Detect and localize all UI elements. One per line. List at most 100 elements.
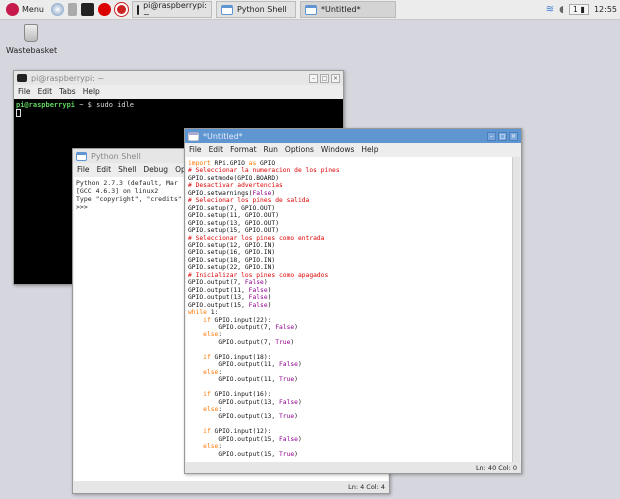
wifi-icon[interactable]: ≋ <box>546 4 554 15</box>
code-token: GPIO.output(13, <box>188 413 279 421</box>
code-token: GPIO <box>256 160 276 167</box>
wastebasket[interactable]: Wastebasket <box>6 24 57 55</box>
editor-window: *Untitled* – □ × File Edit Format Run Options W… <box>184 128 522 474</box>
title-bar[interactable]: pi@raspberrypi: ~ – □ × <box>14 71 343 85</box>
code-token: : <box>218 443 223 451</box>
window-icon <box>76 151 87 161</box>
vertical-scrollbar[interactable] <box>512 157 520 462</box>
code-token: GPIO.setup(7, GPIO.OUT) <box>188 204 276 212</box>
code-line: # Seleccionar los pines como entrada <box>188 235 510 242</box>
code-token: ) <box>294 450 298 458</box>
code-token: GPIO.setup(11, GPIO.OUT) <box>188 212 279 220</box>
menu-bar: File Edit Tabs Help <box>14 85 343 98</box>
code-token: GPIO.setwarnings( <box>188 189 253 197</box>
code-line: GPIO.output(7, False) <box>188 324 510 331</box>
code-token: ) <box>297 361 302 369</box>
minimize-button[interactable]: – <box>487 131 496 141</box>
code-line: GPIO.output(11, False) <box>188 287 510 294</box>
code-token: GPIO.setup(12, GPIO.IN) <box>188 241 276 249</box>
code-line: GPIO.setup(13, GPIO.OUT) <box>188 220 510 227</box>
cpu-icon: ▮ <box>580 5 585 14</box>
code-line: if GPIO.input(12): <box>188 428 510 435</box>
cpu-monitor: 1 ▮ <box>568 4 589 15</box>
menu-edit[interactable]: Edit <box>209 145 224 154</box>
code-line: GPIO.setup(16, GPIO.IN) <box>188 249 510 256</box>
status-bar: Ln: 40 Col: 0 <box>185 462 521 473</box>
terminal-icon <box>17 74 27 82</box>
code-token: GPIO.output(11, <box>188 376 279 384</box>
code-line: GPIO.setup(11, GPIO.OUT) <box>188 212 510 219</box>
volume-icon[interactable]: ◖ <box>559 5 564 15</box>
task-python-shell[interactable]: Python Shell <box>215 1 296 18</box>
menu-run[interactable]: Run <box>264 145 278 154</box>
code-token: ) <box>290 338 295 346</box>
menu-file[interactable]: File <box>77 165 90 174</box>
terminal-icon[interactable] <box>80 3 94 16</box>
code-editor[interactable]: import RPi.GPIO as GPIO # Seleccionar la … <box>186 157 512 462</box>
code-token: ) <box>267 301 272 309</box>
code-token: ) <box>297 435 302 443</box>
code-line: # Inicializar los pines como apagados <box>188 272 510 279</box>
menu-button[interactable]: Menu <box>3 1 47 18</box>
code-line: import RPi.GPIO as GPIO <box>188 160 510 167</box>
mathematica-icon[interactable] <box>113 2 129 17</box>
menu-edit[interactable]: Edit <box>97 165 112 174</box>
menu-help[interactable]: Help <box>361 145 378 154</box>
browser-icon[interactable] <box>50 3 64 16</box>
code-line: GPIO.output(7, True) <box>188 339 510 346</box>
code-token: # Seleccionar la numeracion de los pines <box>188 167 340 175</box>
menu-help[interactable]: Help <box>83 87 100 96</box>
code-token: GPIO.input(18): <box>210 353 272 361</box>
menu-windows[interactable]: Windows <box>321 145 354 154</box>
menu-format[interactable]: Format <box>230 145 256 154</box>
code-token: False <box>248 294 268 302</box>
window-icon <box>188 131 199 141</box>
code-token: GPIO.output(13, <box>188 294 249 302</box>
title-bar[interactable]: *Untitled* – □ × <box>185 129 521 143</box>
window-title: pi@raspberrypi: ~ <box>31 73 105 83</box>
maximize-button[interactable]: □ <box>498 131 507 141</box>
raspberry-icon <box>6 3 19 16</box>
task-label: Python Shell <box>236 5 287 14</box>
close-button[interactable]: × <box>509 131 518 141</box>
code-token: else <box>203 331 219 339</box>
code-token: 1: <box>206 309 219 317</box>
code-token: False <box>248 301 268 309</box>
close-button[interactable]: × <box>331 73 340 83</box>
menu-label: Menu <box>22 5 44 14</box>
code-token: # Inicializar los pines como apagados <box>188 271 329 279</box>
minimize-button[interactable]: – <box>309 73 318 83</box>
code-line: if GPIO.input(18): <box>188 354 510 361</box>
task-untitled[interactable]: *Untitled* <box>299 1 396 18</box>
code-token: GPIO.output(11, <box>188 361 279 369</box>
menu-tabs[interactable]: Tabs <box>59 87 76 96</box>
code-line: while 1: <box>188 309 510 316</box>
menu-edit[interactable]: Edit <box>38 87 53 96</box>
file-manager-icon[interactable] <box>67 3 77 16</box>
code-token: ) <box>267 294 272 302</box>
code-line: # Selecionar los pines de salida <box>188 197 510 204</box>
code-token: True <box>279 450 295 458</box>
code-token: GPIO.input(12): <box>210 428 272 436</box>
trash-icon <box>24 24 38 42</box>
menu-file[interactable]: File <box>189 145 202 154</box>
code-token: GPIO.setmode(GPIO.BOARD) <box>188 174 279 182</box>
menu-options[interactable]: Options <box>285 145 314 154</box>
task-terminal[interactable]: pi@raspberrypi: ~ <box>131 1 212 19</box>
code-token: GPIO.setup(16, GPIO.IN) <box>188 249 276 257</box>
code-line: GPIO.output(13, False) <box>188 294 510 301</box>
maximize-button[interactable]: □ <box>320 73 329 83</box>
prompt: pi@raspberrypi <box>16 101 76 109</box>
wolfram-icon[interactable] <box>97 3 111 16</box>
menu-debug[interactable]: Debug <box>143 165 168 174</box>
menu-file[interactable]: File <box>18 87 31 96</box>
menu-shell[interactable]: Shell <box>118 165 136 174</box>
code-line: GPIO.setup(18, GPIO.IN) <box>188 257 510 264</box>
code-line: GPIO.setup(12, GPIO.IN) <box>188 242 510 249</box>
code-line: else: <box>188 443 510 450</box>
